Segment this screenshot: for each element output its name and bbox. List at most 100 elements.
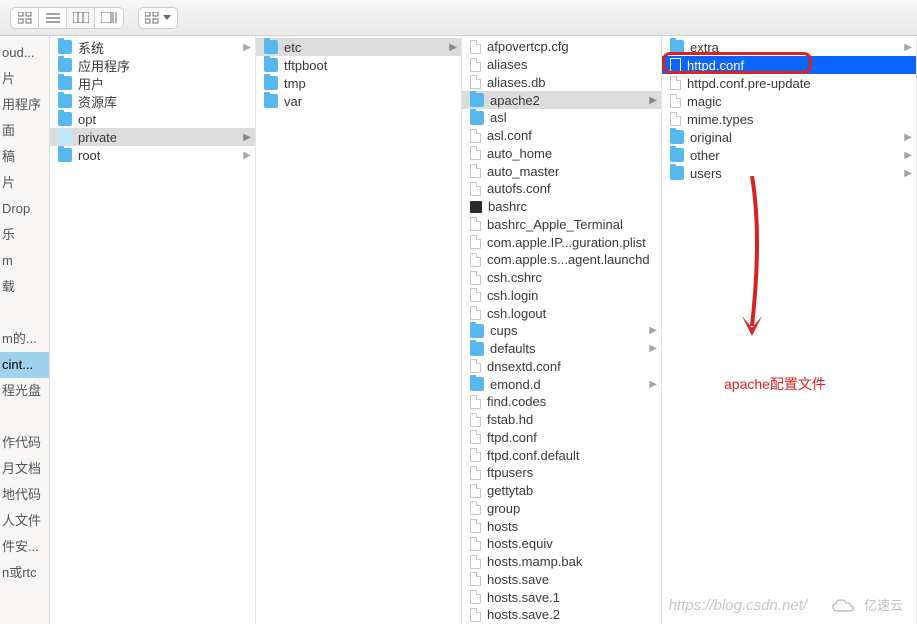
sidebar-item[interactable]: 用程序 [0, 92, 49, 118]
file-row[interactable]: com.apple.s...agent.launchd [462, 251, 661, 269]
file-row[interactable]: auto_master [462, 162, 661, 180]
sidebar-item[interactable]: 稿 [0, 144, 49, 170]
file-row[interactable]: autofs.conf [462, 180, 661, 198]
column-view-button[interactable] [67, 8, 95, 28]
folder-row[interactable]: emond.d▶ [462, 375, 661, 393]
folder-row[interactable]: etc▶ [256, 38, 461, 56]
file-icon [670, 76, 681, 90]
sidebar-item[interactable]: m的... [0, 326, 49, 352]
file-row[interactable]: hosts.save.1 [462, 588, 661, 606]
file-row[interactable]: aliases.db [462, 74, 661, 92]
file-icon [470, 413, 481, 427]
row-label: find.codes [487, 394, 657, 409]
folder-row[interactable]: root▶ [50, 146, 255, 164]
file-row[interactable]: hosts [462, 517, 661, 535]
folder-row[interactable]: 用户 [50, 74, 255, 92]
sidebar-item[interactable]: 作代码 [0, 430, 49, 456]
file-row[interactable]: httpd.conf.pre-update [662, 74, 916, 92]
file-icon [470, 590, 481, 604]
folder-icon [58, 94, 72, 108]
file-row[interactable]: bashrc_Apple_Terminal [462, 216, 661, 234]
folder-row[interactable]: 资源库 [50, 92, 255, 110]
file-row[interactable]: csh.cshrc [462, 269, 661, 287]
file-row[interactable]: bashrc [462, 198, 661, 216]
chevron-right-icon: ▶ [649, 379, 657, 390]
file-row[interactable]: hosts.save [462, 571, 661, 589]
file-row[interactable]: auto_home [462, 145, 661, 163]
file-row[interactable]: magic [662, 92, 916, 110]
sidebar-item[interactable]: 件安... [0, 534, 49, 560]
file-row[interactable]: ftpd.conf.default [462, 446, 661, 464]
file-row[interactable]: afpovertcp.cfg [462, 38, 661, 56]
file-row[interactable]: hosts.equiv [462, 535, 661, 553]
sidebar-item[interactable]: 载 [0, 274, 49, 300]
folder-row[interactable]: 应用程序 [50, 56, 255, 74]
file-row[interactable]: group [462, 500, 661, 518]
arrange-dropdown[interactable] [138, 7, 178, 29]
file-icon [470, 466, 481, 480]
file-row[interactable]: csh.login [462, 287, 661, 305]
folder-row[interactable]: users▶ [662, 164, 916, 182]
folder-row[interactable]: apache2▶ [462, 91, 661, 109]
file-row[interactable]: hosts.mamp.bak [462, 553, 661, 571]
file-row[interactable]: asl.conf [462, 127, 661, 145]
row-label: 资源库 [78, 92, 251, 111]
folder-row[interactable]: other▶ [662, 146, 916, 164]
column-4: extra▶httpd.confhttpd.conf.pre-updatemag… [662, 36, 917, 624]
folder-row[interactable]: opt [50, 110, 255, 128]
sidebar-item[interactable]: Drop [0, 196, 49, 222]
folder-row[interactable]: tmp [256, 74, 461, 92]
file-row[interactable]: csh.logout [462, 304, 661, 322]
file-row[interactable]: aliases [462, 56, 661, 74]
icon-view-button[interactable] [11, 8, 39, 28]
list-view-button[interactable] [39, 8, 67, 28]
folder-row[interactable]: extra▶ [662, 38, 916, 56]
sidebar-item[interactable]: n或rtc [0, 560, 49, 586]
sidebar-item[interactable]: m [0, 248, 49, 274]
file-row[interactable]: find.codes [462, 393, 661, 411]
row-label: auto_master [487, 164, 657, 179]
folder-icon [58, 112, 72, 126]
file-row[interactable]: httpd.conf [662, 56, 916, 74]
file-row[interactable]: hosts.save.2 [462, 606, 661, 624]
sidebar-item[interactable]: 面 [0, 118, 49, 144]
folder-row[interactable]: original▶ [662, 128, 916, 146]
row-label: hosts.equiv [487, 536, 657, 551]
gallery-view-button[interactable] [95, 8, 123, 28]
annotation-arrow [732, 176, 772, 356]
folder-row[interactable]: defaults▶ [462, 340, 661, 358]
file-row[interactable]: ftpd.conf [462, 429, 661, 447]
sidebar-item[interactable]: 片 [0, 170, 49, 196]
row-label: tmp [284, 76, 457, 91]
row-label: com.apple.IP...guration.plist [487, 235, 657, 250]
file-icon [470, 359, 481, 373]
sidebar-item[interactable]: 人文件 [0, 508, 49, 534]
file-row[interactable]: mime.types [662, 110, 916, 128]
sidebar-item[interactable]: 程光盘 [0, 378, 49, 404]
sidebar-item[interactable]: 片 [0, 66, 49, 92]
folder-row[interactable]: var [256, 92, 461, 110]
row-label: fstab.hd [487, 412, 657, 427]
sidebar-item[interactable]: 地代码 [0, 482, 49, 508]
folder-icon [264, 58, 278, 72]
sidebar-item[interactable]: cint... [0, 352, 49, 378]
file-icon [470, 129, 481, 143]
sidebar-item[interactable]: 乐 [0, 222, 49, 248]
folder-row[interactable]: cups▶ [462, 322, 661, 340]
folder-row[interactable]: private▶ [50, 128, 255, 146]
sidebar-item[interactable] [0, 586, 49, 612]
file-row[interactable]: gettytab [462, 482, 661, 500]
folder-row[interactable]: 系统▶ [50, 38, 255, 56]
row-label: etc [284, 40, 443, 55]
folder-row[interactable]: tftpboot [256, 56, 461, 74]
file-row[interactable]: fstab.hd [462, 411, 661, 429]
file-row[interactable]: dnsextd.conf [462, 358, 661, 376]
folder-row[interactable]: asl [462, 109, 661, 127]
chevron-right-icon: ▶ [243, 150, 251, 161]
file-row[interactable]: com.apple.IP...guration.plist [462, 233, 661, 251]
sidebar-item[interactable] [0, 404, 49, 430]
sidebar-item[interactable] [0, 300, 49, 326]
sidebar-item[interactable]: oud... [0, 40, 49, 66]
sidebar-item[interactable]: 月文档 [0, 456, 49, 482]
file-row[interactable]: ftpusers [462, 464, 661, 482]
